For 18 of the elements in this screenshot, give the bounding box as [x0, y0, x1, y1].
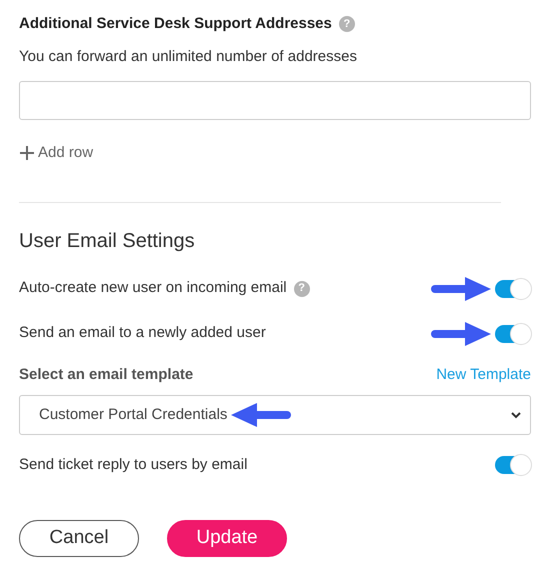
field-label: Select an email template	[19, 364, 194, 384]
cancel-button[interactable]: Cancel	[19, 520, 139, 557]
toggle-switch[interactable]	[495, 324, 531, 342]
section-title: Additional Service Desk Support Addresses	[19, 14, 332, 34]
input-field[interactable]	[19, 81, 531, 120]
toggle-switch[interactable]	[495, 280, 531, 298]
setting-label: Auto-create new user on incoming email	[19, 278, 287, 298]
toggle-switch[interactable]	[495, 456, 531, 474]
setting-label: Send ticket reply to users by email	[19, 454, 248, 475]
plus-icon	[19, 145, 35, 162]
section-description: You can forward an unlimited number of addresses	[19, 46, 358, 66]
setting-label: Send an email to a newly added user	[19, 323, 266, 344]
add-row-button[interactable]: Add row	[19, 142, 94, 164]
template-select[interactable]: Customer Portal Credentials	[19, 395, 531, 435]
update-button[interactable]: Update	[167, 520, 287, 557]
new-template-link[interactable]: New Template	[436, 364, 531, 386]
chevron-down-icon	[510, 411, 522, 419]
section-heading: User Email Settings	[19, 228, 196, 254]
